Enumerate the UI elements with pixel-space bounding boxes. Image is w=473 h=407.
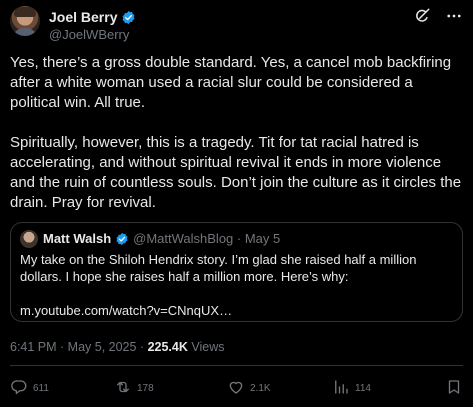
reply-count: 611 [33,383,49,394]
author-handle[interactable]: @JoelWBerry [49,27,129,42]
quoted-handle-date: @MattWalshBlog · May 5 [133,231,281,246]
views-count: 225.4K [147,340,188,354]
more-icon[interactable] [445,7,463,25]
bookmark-icon [445,378,463,399]
quoted-display-name: Matt Walsh [43,231,112,246]
repost-count: 178 [137,383,154,394]
like-button[interactable]: 2.1K [227,378,271,399]
author-name-row: Joel Berry [49,8,136,26]
quoted-text: My take on the Shiloh Hendrix story. I’m… [20,252,417,318]
views-action-count: 114 [355,383,371,394]
quoted-tweet[interactable]: Matt Walsh @MattWalshBlog · May 5 My tak… [10,222,463,322]
tweet-header: Joel Berry @JoelWBerry [10,6,463,46]
action-bar: 611 178 2.1K 114 [10,374,463,400]
like-count: 2.1K [250,383,271,394]
reply-icon [10,378,28,399]
avatar[interactable] [10,6,40,36]
quoted-author-row: Matt Walsh @MattWalshBlog · May 5 [43,231,280,246]
bookmark-button[interactable] [445,378,463,399]
tweet-text: Yes, there’s a gross double standard. Ye… [10,54,462,211]
verified-badge-icon [121,10,136,25]
repost-icon [114,378,132,399]
grok-icon[interactable] [413,7,431,25]
divider [10,365,463,366]
quoted-avatar [20,230,38,248]
verified-badge-icon [115,232,129,246]
views-label: Views [187,340,225,354]
reply-button[interactable]: 611 [10,378,49,399]
timestamp[interactable]: 6:41 PM · May 5, 2025 · [10,340,148,354]
repost-button[interactable]: 178 [114,378,154,399]
author-display-name[interactable]: Joel Berry [49,9,117,25]
tweet: Joel Berry @JoelWBerry Yes, there’s a gr… [0,0,473,407]
like-icon [227,378,245,399]
views-icon [332,378,350,399]
tweet-meta: 6:41 PM · May 5, 2025 · 225.4K Views [10,340,224,354]
header-actions [413,7,463,25]
views-button[interactable]: 114 [332,378,371,399]
